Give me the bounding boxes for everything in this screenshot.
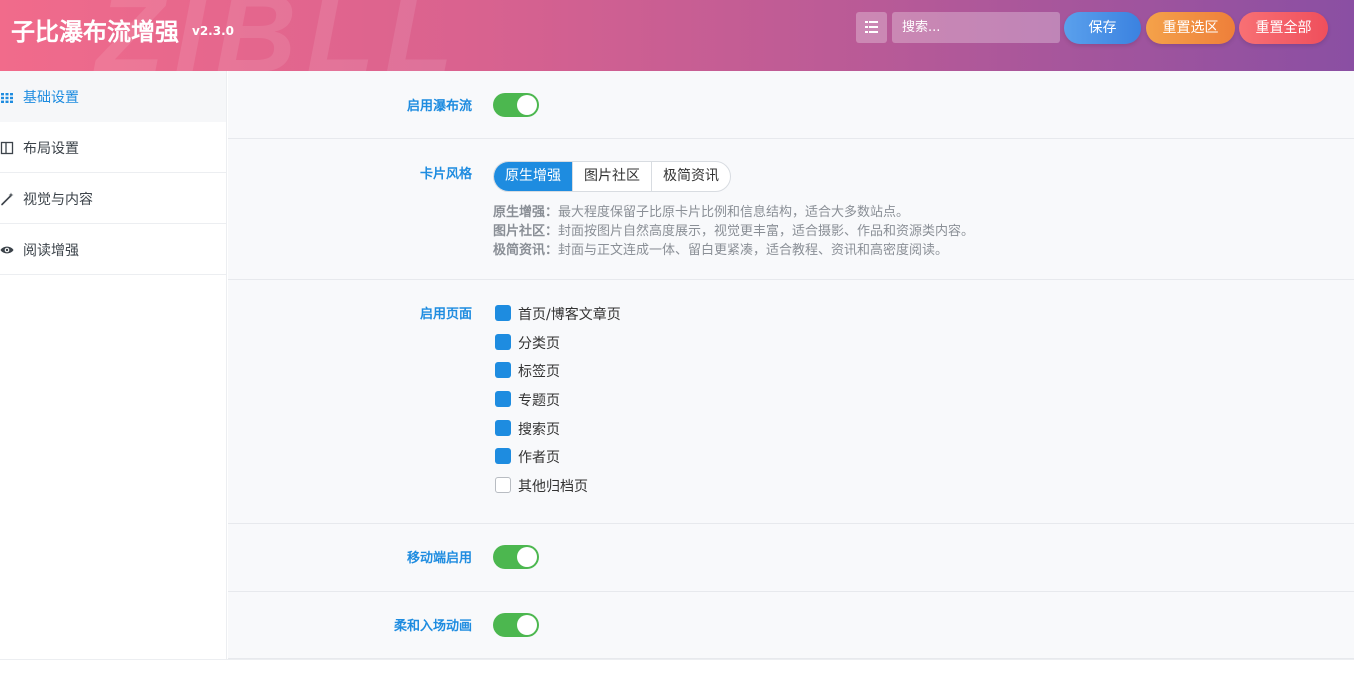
card-style-option-minimal[interactable]: 极简资讯 <box>652 162 730 191</box>
card-style-description: 极简资讯：封面与正文连成一体、留白更紧凑，适合教程、资讯和高密度阅读。 <box>493 243 949 258</box>
list-icon <box>865 21 878 33</box>
setting-mobile-enable: 移动端启用 <box>228 524 1354 592</box>
settings-panel: 启用瀑布流 卡片风格 原生增强 图片社区 极简资讯 原生增强：最大程度保留子比原… <box>228 71 1354 659</box>
setting-enable-waterfall: 启用瀑布流 <box>228 71 1354 139</box>
columns-icon <box>0 141 14 155</box>
sidebar: 基础设置 布局设置 视觉与内容 阅读增强 <box>0 71 227 678</box>
setting-enabled-pages: 启用页面 首页/博客文章页 分类页 标签页 专题页 搜索页 作者页 其他归档页 <box>228 280 1354 524</box>
reset-selection-button[interactable]: 重置选区 <box>1146 12 1235 44</box>
mobile-enable-toggle[interactable] <box>493 545 539 569</box>
search-input[interactable] <box>892 12 1060 43</box>
sidebar-item-basic[interactable]: 基础设置 <box>0 71 226 122</box>
card-style-description: 图片社区：封面按图片自然高度展示，视觉更丰富，适合摄影、作品和资源类内容。 <box>493 224 975 239</box>
reset-all-button[interactable]: 重置全部 <box>1239 12 1328 44</box>
header-bar: ZIBLL 子比瀑布流增强 v2.3.0 保存 重置选区 重置全部 <box>0 0 1354 71</box>
setting-card-style: 卡片风格 原生增强 图片社区 极简资讯 原生增强：最大程度保留子比原卡片比例和信… <box>228 139 1354 280</box>
setting-label: 启用页面 <box>419 307 472 322</box>
setting-label: 启用瀑布流 <box>406 99 472 114</box>
card-style-option-gallery[interactable]: 图片社区 <box>573 162 652 191</box>
eye-icon <box>0 246 14 254</box>
soft-entrance-toggle[interactable] <box>493 613 539 637</box>
setting-label: 移动端启用 <box>406 551 472 566</box>
setting-label: 柔和入场动画 <box>393 619 472 634</box>
sidebar-item-label: 布局设置 <box>23 141 79 157</box>
sidebar-item-reading[interactable]: 阅读增强 <box>0 224 226 275</box>
sidebar-item-label: 基础设置 <box>23 90 79 106</box>
expand-menu-button[interactable] <box>856 12 887 43</box>
footer-bar <box>0 659 1354 678</box>
grid-icon <box>1 93 13 103</box>
sidebar-item-visual[interactable]: 视觉与内容 <box>0 173 226 224</box>
enable-waterfall-toggle[interactable] <box>493 93 539 117</box>
card-style-selector: 原生增强 图片社区 极简资讯 <box>493 161 731 192</box>
sidebar-item-label: 视觉与内容 <box>23 192 93 208</box>
card-style-description: 原生增强：最大程度保留子比原卡片比例和信息结构，适合大多数站点。 <box>493 205 910 220</box>
setting-label: 卡片风格 <box>419 167 472 182</box>
card-style-option-native[interactable]: 原生增强 <box>494 162 573 191</box>
version-badge: v2.3.0 <box>192 24 234 38</box>
setting-soft-entrance: 柔和入场动画 <box>228 592 1354 659</box>
save-button[interactable]: 保存 <box>1064 12 1141 44</box>
page-title: 子比瀑布流增强 <box>11 18 179 46</box>
wand-icon <box>1 192 14 206</box>
sidebar-item-layout[interactable]: 布局设置 <box>0 122 226 173</box>
sidebar-item-label: 阅读增强 <box>23 243 79 259</box>
